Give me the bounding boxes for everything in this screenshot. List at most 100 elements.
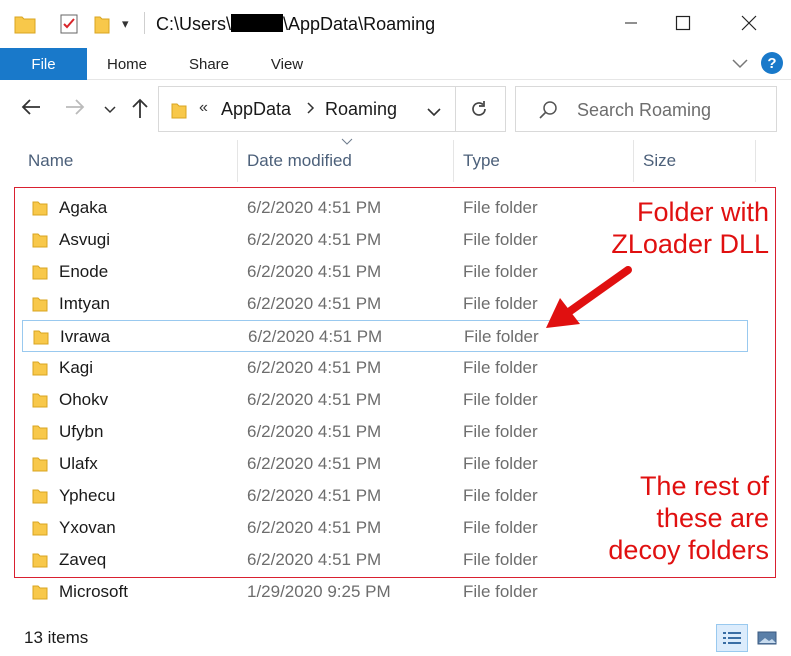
expand-ribbon-icon[interactable]: [730, 56, 750, 75]
file-date-modified: 6/2/2020 4:51 PM: [247, 518, 382, 537]
folder-icon: [32, 520, 48, 541]
file-type: File folder: [463, 198, 538, 217]
ribbon-tabs: File Home Share View ?: [0, 48, 791, 80]
back-arrow-icon[interactable]: [20, 97, 42, 122]
file-type: File folder: [463, 422, 538, 441]
file-type: File folder: [463, 262, 538, 281]
file-type: File folder: [463, 582, 538, 601]
tab-share[interactable]: Share: [176, 48, 242, 80]
folder-icon[interactable]: [14, 14, 36, 39]
file-type: File folder: [463, 454, 538, 473]
search-input[interactable]: Search Roaming: [515, 86, 777, 132]
folder-icon: [171, 101, 187, 124]
folder-icon: [32, 296, 48, 317]
title-bar: ▾ C:\Users\ \AppData\Roaming: [0, 0, 791, 48]
details-view-button[interactable]: [716, 624, 748, 652]
breadcrumb-roaming[interactable]: Roaming: [325, 99, 397, 120]
annotation-arrow-icon: [546, 266, 632, 328]
file-date-modified: 6/2/2020 4:51 PM: [247, 294, 382, 313]
folder-icon: [32, 552, 48, 573]
address-history-chevron-icon[interactable]: [427, 104, 441, 122]
column-divider[interactable]: [633, 140, 634, 182]
file-date-modified: 6/2/2020 4:51 PM: [247, 390, 382, 409]
file-date-modified: 6/2/2020 4:51 PM: [247, 262, 382, 281]
file-name: Imtyan: [59, 294, 111, 313]
file-name: Ulafx: [59, 454, 98, 473]
breadcrumb-appdata[interactable]: AppData: [221, 99, 291, 120]
file-row[interactable]: Ufybn 6/2/2020 4:51 PM File folder: [22, 416, 748, 448]
file-name: Yxovan: [59, 518, 116, 537]
file-row[interactable]: Imtyan 6/2/2020 4:51 PM File folder: [22, 288, 748, 320]
file-date-modified: 6/2/2020 4:51 PM: [247, 230, 382, 249]
file-row[interactable]: Ohokv 6/2/2020 4:51 PM File folder: [22, 384, 748, 416]
file-date-modified: 6/2/2020 4:51 PM: [247, 358, 382, 377]
column-header-name[interactable]: Name: [28, 138, 73, 184]
new-folder-icon[interactable]: [94, 14, 110, 39]
column-header-type[interactable]: Type: [463, 138, 500, 184]
folder-icon: [32, 424, 48, 445]
folder-icon: [32, 360, 48, 381]
file-name: Zaveq: [59, 550, 107, 569]
close-button[interactable]: [726, 0, 772, 46]
annotation-malicious-folder: Folder with ZLoader DLL: [611, 196, 769, 260]
file-row[interactable]: Kagi 6/2/2020 4:51 PM File folder: [22, 352, 748, 384]
file-date-modified: 6/2/2020 4:51 PM: [247, 550, 382, 569]
column-divider[interactable]: [755, 140, 756, 182]
address-bar[interactable]: « AppData Roaming: [158, 86, 506, 132]
file-type: File folder: [463, 390, 538, 409]
title-prefix: C:\Users\: [156, 14, 232, 34]
column-divider[interactable]: [453, 140, 454, 182]
folder-icon: [32, 456, 48, 477]
large-icons-view-button[interactable]: [754, 624, 780, 652]
large-icons-view-icon: [757, 631, 777, 645]
search-icon: [538, 100, 558, 125]
column-header-size[interactable]: Size: [643, 138, 676, 184]
help-button[interactable]: ?: [761, 52, 783, 74]
maximize-button[interactable]: [660, 0, 706, 46]
file-name: Microsoft: [59, 582, 128, 601]
annotation-line: The rest of: [639, 471, 769, 501]
refresh-icon[interactable]: [469, 99, 489, 124]
recent-locations-chevron-icon[interactable]: [104, 102, 116, 120]
file-type: File folder: [463, 294, 538, 313]
annotation-line: these are: [656, 503, 769, 533]
file-type: File folder: [463, 486, 538, 505]
toolbar-divider: [144, 12, 145, 34]
folder-icon: [32, 264, 48, 285]
file-row[interactable]: Microsoft 1/29/2020 9:25 PM File folder: [22, 576, 748, 608]
tab-home[interactable]: Home: [92, 48, 162, 80]
forward-arrow-icon[interactable]: [64, 97, 86, 122]
redacted-username: [231, 14, 284, 32]
address-overflow-icon[interactable]: «: [199, 99, 208, 117]
tab-view[interactable]: View: [258, 48, 316, 80]
file-name: Ufybn: [59, 422, 104, 441]
breadcrumb-separator-icon[interactable]: [306, 101, 316, 120]
file-row[interactable]: Ivrawa 6/2/2020 4:51 PM File folder: [22, 320, 748, 352]
file-name: Kagi: [59, 358, 94, 377]
annotation-line: ZLoader DLL: [611, 229, 769, 259]
file-name: Yphecu: [59, 486, 116, 505]
annotation-line: decoy folders: [608, 535, 769, 565]
column-header-date-modified[interactable]: Date modified: [247, 138, 352, 184]
tab-file[interactable]: File: [0, 48, 87, 80]
file-row[interactable]: Enode 6/2/2020 4:51 PM File folder: [22, 256, 748, 288]
file-type: File folder: [463, 550, 538, 569]
column-divider[interactable]: [237, 140, 238, 182]
properties-icon[interactable]: [60, 14, 78, 39]
annotation-decoy-folders: The rest of these are decoy folders: [608, 470, 769, 566]
file-date-modified: 6/2/2020 4:51 PM: [248, 327, 383, 346]
file-date-modified: 6/2/2020 4:51 PM: [247, 486, 382, 505]
details-view-icon: [723, 632, 741, 644]
item-count: 13 items: [24, 628, 89, 647]
window-title: C:\Users\ \AppData\Roaming: [156, 14, 435, 35]
file-type: File folder: [463, 518, 538, 537]
file-date-modified: 6/2/2020 4:51 PM: [247, 454, 382, 473]
search-placeholder: Search Roaming: [577, 100, 712, 120]
folder-icon: [32, 200, 48, 221]
minimize-button[interactable]: [608, 0, 654, 46]
file-type: File folder: [464, 327, 539, 346]
file-name: Asvugi: [59, 230, 111, 249]
file-name: Ivrawa: [60, 327, 111, 346]
customize-toolbar-dropdown-icon[interactable]: ▾: [122, 16, 129, 32]
up-arrow-icon[interactable]: [130, 97, 150, 124]
